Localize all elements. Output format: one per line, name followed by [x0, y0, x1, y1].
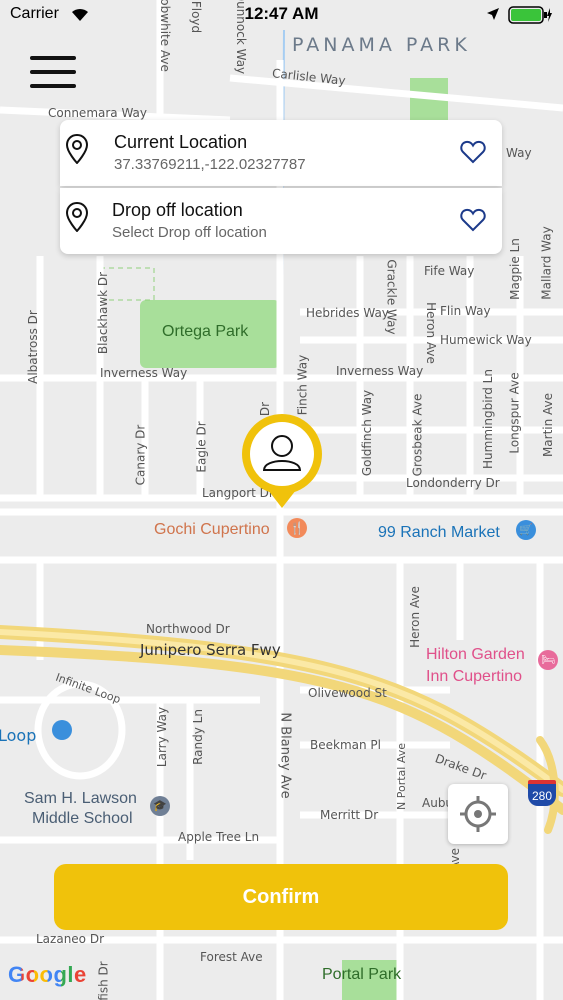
locate-icon	[460, 796, 496, 832]
road-label: Heron Ave	[407, 586, 422, 648]
menu-button[interactable]	[30, 56, 76, 92]
user-marker-icon[interactable]	[240, 412, 324, 512]
road-label: Humewick Way	[440, 333, 532, 347]
road-label: Hebrides Way	[306, 306, 389, 320]
road-label: Mallard Way	[539, 226, 554, 300]
road-label: Beekman Pl	[310, 738, 381, 752]
clock: 12:47 AM	[244, 4, 319, 23]
poi-hilton-line2[interactable]: Inn Cupertino	[426, 668, 522, 686]
road-label: Londonderry Dr	[406, 476, 500, 490]
road-label: Merritt Dr	[320, 808, 379, 822]
confirm-button[interactable]: Confirm	[54, 864, 508, 930]
poi-lawson-line1[interactable]: Sam H. Lawson	[24, 790, 137, 808]
school-icon[interactable]: 🎓	[150, 796, 170, 816]
road-label: Blackhawk Dr	[96, 271, 111, 355]
map-area-label: PANAMA PARK	[292, 34, 471, 56]
restaurant-icon[interactable]: 🍴	[287, 518, 307, 538]
road-label: Northwood Dr	[146, 622, 230, 636]
road-label: Larry Way	[155, 706, 170, 768]
locate-button[interactable]	[448, 784, 508, 844]
road-label: Grackle Way	[384, 259, 399, 335]
road-label: Randy Ln	[190, 709, 205, 765]
road-label: Finch Way	[295, 354, 310, 416]
road-label: Connemara Way	[48, 106, 148, 120]
current-location-coords: 37.33769211,-122.02327787	[114, 156, 306, 173]
pin-icon	[66, 202, 88, 232]
road-label: Heron Ave	[423, 302, 438, 364]
current-location-title: Current Location	[114, 132, 248, 152]
road-label: Magpie Ln	[507, 238, 522, 300]
road-label: Eagle Dr	[194, 421, 209, 473]
poi-gochi-cupertino[interactable]: Gochi Cupertino	[154, 521, 270, 539]
road-label: N Blaney Ave	[277, 712, 293, 799]
road-label: Flin Way	[440, 304, 491, 318]
road-label: Apple Tree Ln	[178, 830, 260, 844]
poi-99-ranch-market[interactable]: 99 Ranch Market	[378, 524, 500, 542]
road-label: Goldfinch Way	[360, 389, 375, 477]
freeway-label: Junipero Serra Fwy	[140, 641, 281, 659]
road-label: Loop	[0, 726, 37, 745]
dropoff-location-row[interactable]: Drop off location Select Drop off locati…	[60, 188, 502, 254]
road-label: Fife Way	[424, 264, 475, 278]
road-label: Hummingbird Ln	[480, 369, 495, 469]
status-bar: Carrier 12:47 AM	[0, 0, 563, 30]
poi-ortega-park[interactable]: Ortega Park	[162, 323, 248, 341]
dropoff-location-title: Drop off location	[112, 200, 243, 220]
hotel-icon[interactable]: 🛏	[538, 650, 558, 670]
location-arrow-icon	[486, 7, 500, 26]
road-label: Martin Ave	[541, 392, 556, 458]
road-label: Inverness Way	[100, 366, 188, 380]
menu-icon	[30, 56, 76, 60]
road-label: Canary Dr	[133, 424, 148, 486]
road-label: Lazaneo Dr	[36, 932, 105, 946]
google-logo: Google	[8, 962, 87, 988]
freeway-shield: 280	[528, 780, 556, 806]
road-label: Forest Ave	[200, 950, 263, 964]
road-label: fish Dr	[96, 961, 111, 1000]
poi-lawson-line2[interactable]: Middle School	[32, 810, 133, 828]
current-location-row[interactable]: Current Location 37.33769211,-122.023277…	[60, 120, 502, 186]
road-label: Way	[506, 146, 532, 160]
road-label: Albatross Dr	[25, 310, 40, 384]
road-label: Olivewood St	[308, 686, 387, 700]
location-icon[interactable]	[52, 720, 72, 740]
road-label: Inverness Way	[336, 364, 424, 378]
battery-icon	[508, 6, 552, 29]
poi-hilton-line1[interactable]: Hilton Garden	[426, 646, 525, 664]
dropoff-location-placeholder[interactable]: Select Drop off location	[112, 224, 267, 241]
heart-icon[interactable]	[460, 140, 486, 164]
heart-icon[interactable]	[460, 208, 486, 232]
road-label: Grosbeak Ave	[410, 393, 425, 477]
google-logo-text: Google	[8, 962, 87, 987]
road-label: N Portal Ave	[394, 743, 408, 810]
poi-portal-park[interactable]: Portal Park	[322, 966, 401, 984]
pin-icon	[66, 134, 88, 164]
road-label: Longspur Ave	[507, 372, 522, 454]
shopping-cart-icon[interactable]: 🛒	[516, 520, 536, 540]
